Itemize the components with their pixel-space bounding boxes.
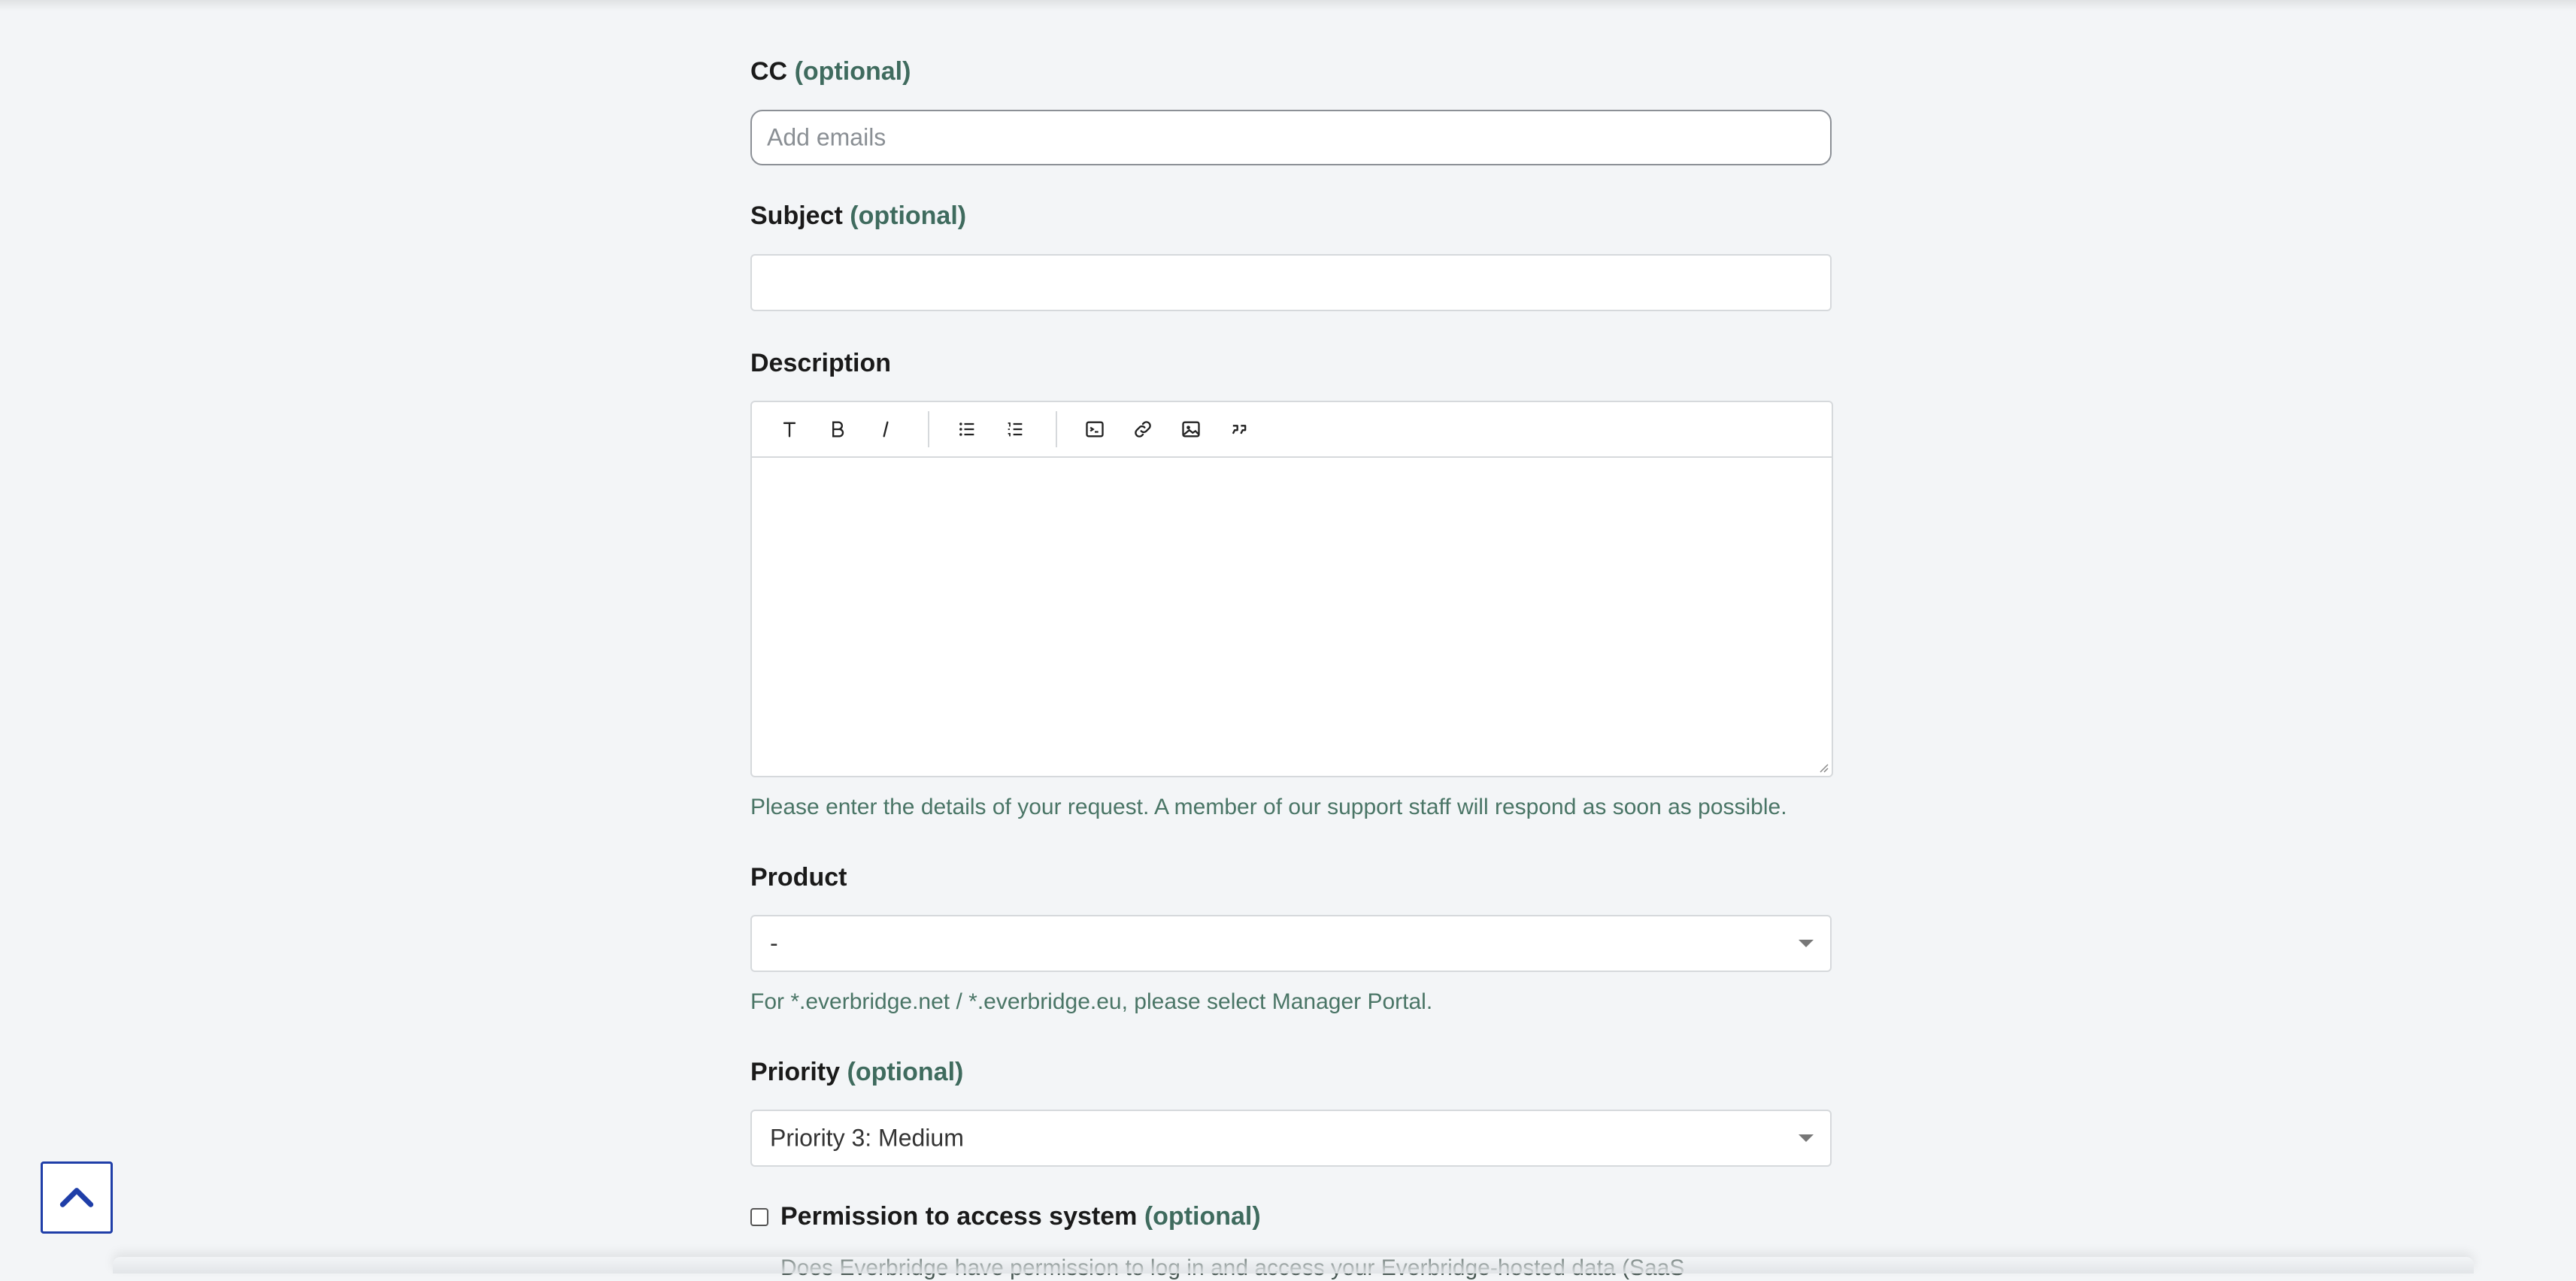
product-label-text: Product xyxy=(750,863,847,892)
cc-optional-tag: (optional) xyxy=(794,57,911,86)
priority-select[interactable]: Priority 3: Medium xyxy=(750,1110,1832,1167)
permission-checkbox[interactable] xyxy=(750,1208,768,1226)
priority-optional-tag: (optional) xyxy=(847,1058,964,1086)
subject-label: Subject (optional) xyxy=(750,201,966,231)
permission-label-text: Permission to access system xyxy=(780,1202,1138,1231)
numbered-list-icon[interactable] xyxy=(999,413,1032,446)
description-hint: Please enter the details of your request… xyxy=(750,795,1787,819)
chevron-down-icon xyxy=(1799,1134,1814,1142)
text-format-icon[interactable] xyxy=(773,413,806,446)
product-select[interactable]: - xyxy=(750,915,1832,972)
chevron-up-icon xyxy=(59,1188,94,1207)
image-icon[interactable] xyxy=(1174,413,1208,446)
bottom-overlay xyxy=(113,1257,2474,1273)
cc-label-text: CC xyxy=(750,57,788,86)
description-label: Description xyxy=(750,349,891,378)
chevron-down-icon xyxy=(1799,940,1814,947)
permission-label[interactable]: Permission to access system (optional) xyxy=(780,1202,1261,1231)
italic-icon[interactable] xyxy=(869,413,902,446)
code-block-icon[interactable] xyxy=(1078,413,1111,446)
quote-icon[interactable] xyxy=(1223,413,1256,446)
subject-optional-tag: (optional) xyxy=(850,201,967,230)
cc-placeholder: Add emails xyxy=(767,123,886,151)
product-label: Product xyxy=(750,863,847,892)
subject-input[interactable] xyxy=(750,254,1832,311)
top-shadow xyxy=(0,0,2576,11)
description-label-text: Description xyxy=(750,349,892,377)
priority-label: Priority (optional) xyxy=(750,1058,963,1087)
bullet-list-icon[interactable] xyxy=(950,413,983,446)
toolbar-divider xyxy=(928,411,929,447)
bold-icon[interactable] xyxy=(821,413,854,446)
toolbar-divider xyxy=(1056,411,1057,447)
priority-selected-value: Priority 3: Medium xyxy=(770,1124,964,1152)
back-to-top-button[interactable] xyxy=(41,1161,113,1234)
resize-grip-icon[interactable] xyxy=(1817,761,1829,773)
product-selected-value: - xyxy=(770,929,778,957)
description-editor xyxy=(750,401,1833,777)
cc-label: CC (optional) xyxy=(750,57,911,86)
link-icon[interactable] xyxy=(1126,413,1159,446)
cc-email-input[interactable]: Add emails xyxy=(750,110,1832,165)
priority-label-text: Priority xyxy=(750,1058,841,1086)
description-textarea[interactable] xyxy=(752,456,1832,776)
editor-toolbar xyxy=(752,402,1832,458)
subject-label-text: Subject xyxy=(750,201,843,230)
product-hint: For *.everbridge.net / *.everbridge.eu, … xyxy=(750,989,1433,1014)
permission-optional-tag: (optional) xyxy=(1144,1202,1261,1231)
